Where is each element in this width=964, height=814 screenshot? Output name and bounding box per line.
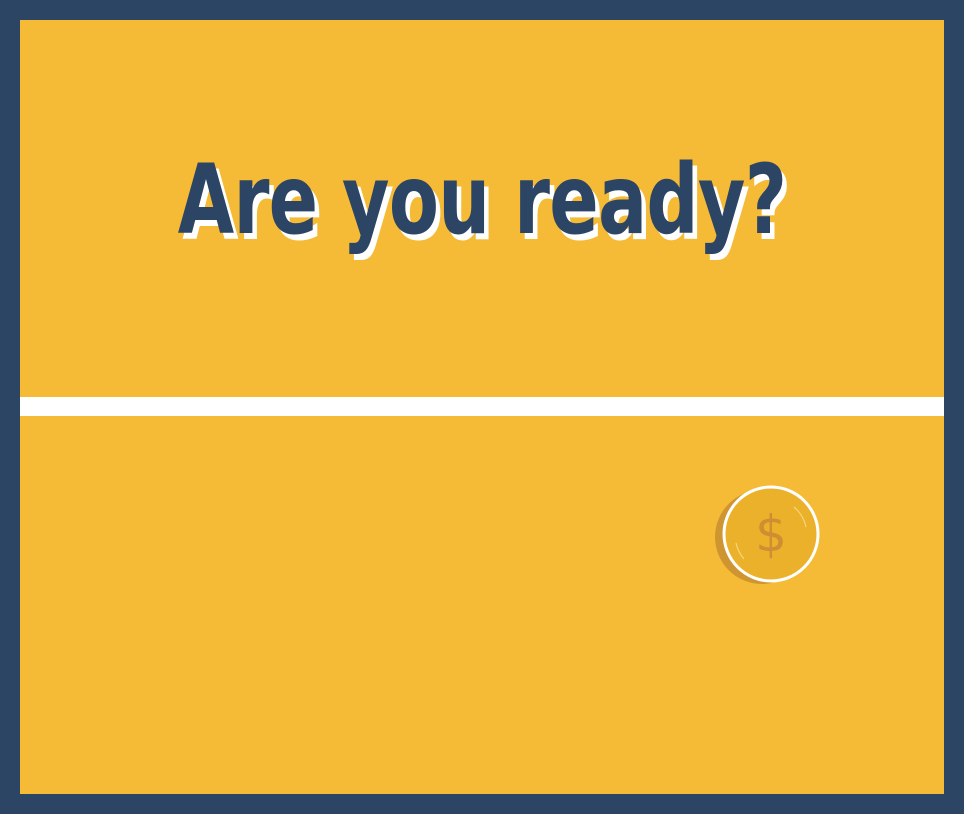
dollar-coin-icon[interactable]: $ [714, 485, 820, 585]
ready-title: Are you ready? [177, 144, 787, 256]
game-stage: Are you ready? $ [20, 20, 944, 794]
coin-symbol: $ [755, 505, 787, 563]
title-area: Are you ready? [20, 140, 944, 260]
divider-line [20, 397, 944, 416]
